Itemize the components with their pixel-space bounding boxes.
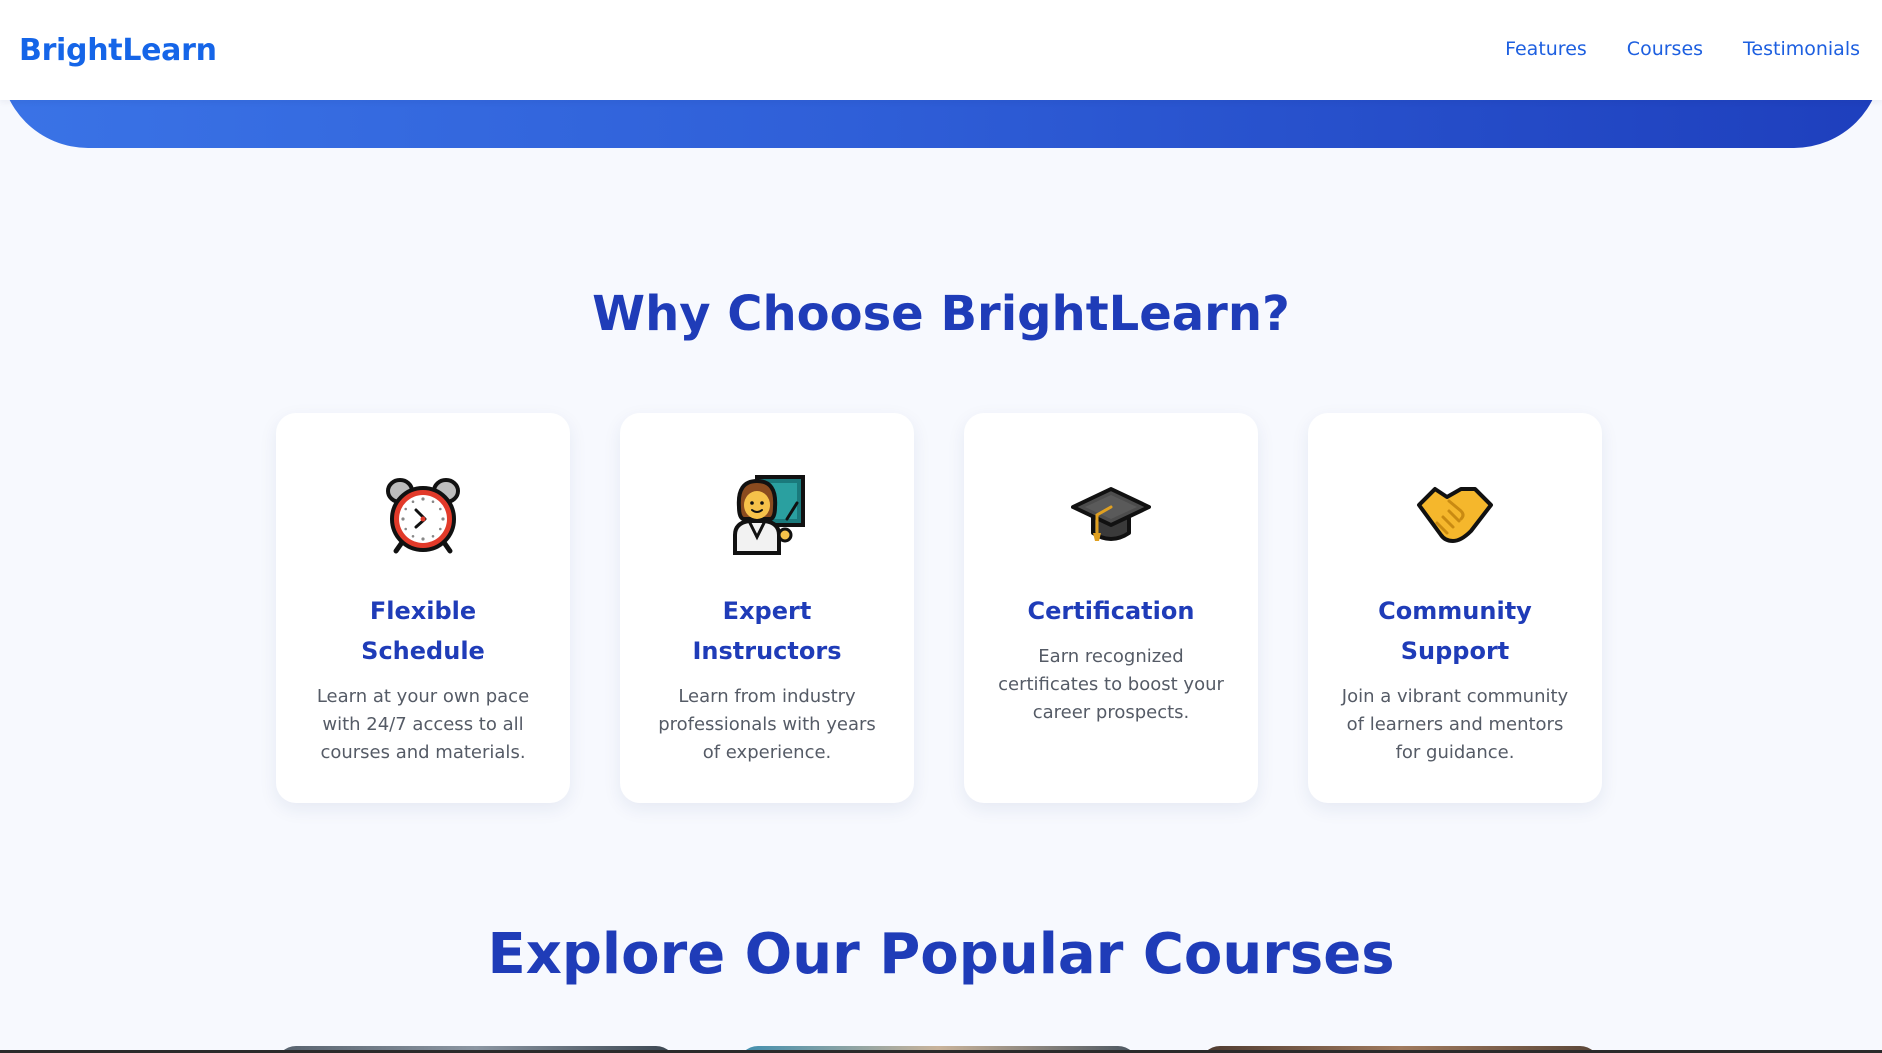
nav-link-features[interactable]: Features — [1505, 38, 1587, 60]
feature-description: Learn from industry professionals with y… — [658, 686, 876, 763]
handshake-icon — [1417, 487, 1493, 543]
site-header: BrightLearn Features Courses Testimonial… — [0, 0, 1882, 100]
feature-card-certification: Certification Earn recognized certificat… — [964, 413, 1258, 803]
nav-link-courses[interactable]: Courses — [1627, 38, 1703, 60]
alarm-clock-icon — [386, 478, 460, 554]
feature-card-flexible-schedule: Flexible Schedule Learn at your own pace… — [276, 413, 570, 803]
feature-card-expert-instructors: Expert Instructors Learn from industry p… — [620, 413, 914, 803]
page: BrightLearn Features Courses Testimonial… — [0, 0, 1882, 1053]
feature-card-community-support: Community Support Join a vibrant communi… — [1308, 413, 1602, 803]
courses-heading: Explore Our Popular Courses — [487, 922, 1395, 987]
nav-link-testimonials[interactable]: Testimonials — [1743, 38, 1860, 60]
feature-title: Community Support — [1378, 597, 1532, 665]
feature-description: Earn recognized certificates to boost yo… — [998, 646, 1224, 723]
features-grid: Flexible Schedule Learn at your own pace… — [276, 413, 1602, 803]
feature-title: Expert Instructors — [692, 597, 842, 665]
features-heading: Why Choose BrightLearn? — [592, 286, 1290, 342]
feature-description: Learn at your own pace with 24/7 access … — [316, 686, 530, 763]
feature-title: Flexible Schedule — [361, 597, 485, 665]
main-nav: Features Courses Testimonials — [1505, 38, 1860, 60]
graduation-cap-icon — [1071, 487, 1151, 541]
feature-description: Join a vibrant community of learners and… — [1341, 686, 1569, 763]
teacher-icon — [733, 475, 805, 555]
feature-title: Certification — [1027, 597, 1195, 625]
logo[interactable]: BrightLearn — [19, 33, 217, 68]
